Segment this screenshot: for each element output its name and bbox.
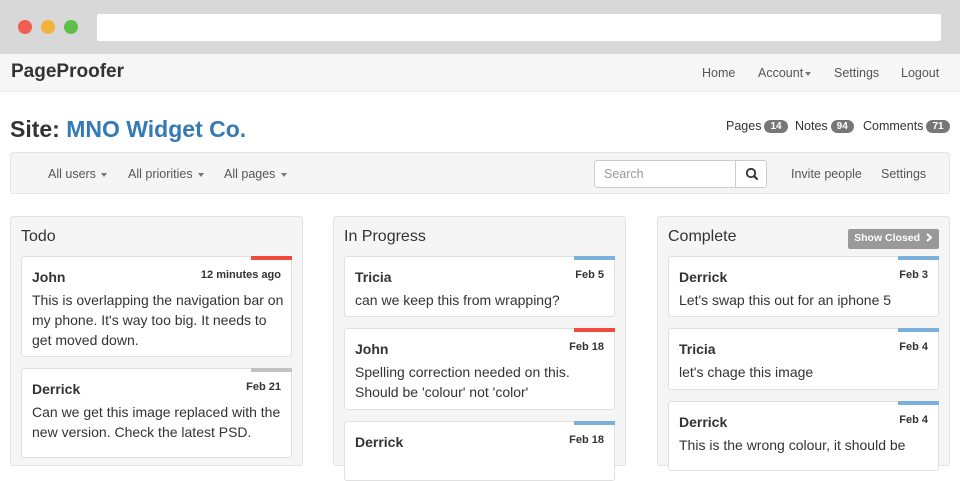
filter-bar: All users All priorities All pages Invit… xyxy=(10,152,950,194)
column-title: Complete xyxy=(668,228,737,245)
note-card[interactable]: Tricia Feb 5 can we keep this from wrapp… xyxy=(344,256,615,317)
address-bar[interactable] xyxy=(97,14,941,41)
priorities-filter-dropdown[interactable]: All priorities xyxy=(128,167,205,181)
column-todo: Todo John 12 minutes ago This is overlap… xyxy=(10,216,303,466)
priority-bar xyxy=(574,328,615,332)
card-text: Spelling correction needed on this. Shou… xyxy=(355,364,570,400)
column-complete: Complete Show Closed Derrick Feb 3 Let's… xyxy=(657,216,950,471)
caret-down-icon xyxy=(101,172,108,177)
caret-down-icon xyxy=(280,172,287,177)
card-author: Derrick xyxy=(355,434,404,450)
pages-label: Pages xyxy=(726,119,762,133)
show-closed-label: Show Closed xyxy=(854,232,921,244)
pages-filter-label: All pages xyxy=(224,167,276,181)
nav-settings-link[interactable]: Settings xyxy=(834,66,879,80)
note-card[interactable]: Tricia Feb 4 let's chage this image xyxy=(668,328,939,390)
column-in-progress: In Progress Tricia Feb 5 can we keep thi… xyxy=(333,216,626,481)
pages-filter-dropdown[interactable]: All pages xyxy=(224,167,287,181)
card-time: Feb 18 xyxy=(569,434,604,446)
search-button[interactable] xyxy=(735,161,767,187)
nav-logout-link[interactable]: Logout xyxy=(901,66,939,80)
notes-label: Notes xyxy=(795,119,828,133)
comments-label: Comments xyxy=(863,119,924,133)
pages-stat[interactable]: Pages 14 xyxy=(726,119,788,133)
caret-down-icon xyxy=(198,172,205,177)
search-input[interactable] xyxy=(595,161,735,187)
nav-account-label: Account xyxy=(758,66,804,80)
maximize-window-button[interactable] xyxy=(64,20,78,34)
close-window-button[interactable] xyxy=(18,20,32,34)
chevron-right-icon xyxy=(926,233,933,242)
column-title: Todo xyxy=(21,228,56,245)
card-author: Derrick xyxy=(679,269,728,285)
card-time: Feb 3 xyxy=(899,269,928,281)
card-author: John xyxy=(355,341,389,357)
card-author: John xyxy=(32,269,66,285)
priority-bar xyxy=(898,328,939,332)
site-name-link[interactable]: MNO Widget Co. xyxy=(66,116,246,142)
search-icon xyxy=(745,167,758,180)
show-closed-button[interactable]: Show Closed xyxy=(848,229,939,249)
note-card[interactable]: Derrick Feb 21 Can we get this image rep… xyxy=(21,368,292,458)
card-time: 12 minutes ago xyxy=(200,269,281,281)
note-card[interactable]: John Feb 18 Spelling correction needed o… xyxy=(344,328,615,410)
priority-bar xyxy=(574,256,615,260)
card-author: Tricia xyxy=(679,341,716,357)
priority-bar xyxy=(574,421,615,425)
card-time: Feb 4 xyxy=(899,341,928,353)
note-card[interactable]: Derrick Feb 3 Let's swap this out for an… xyxy=(668,256,939,317)
comments-stat[interactable]: Comments 71 xyxy=(863,119,950,133)
search-box xyxy=(594,160,767,188)
column-title: In Progress xyxy=(344,228,426,245)
card-time: Feb 4 xyxy=(899,414,928,426)
priority-bar xyxy=(898,256,939,260)
note-card[interactable]: Derrick Feb 18 xyxy=(344,421,615,481)
page-title: Site: MNO Widget Co. xyxy=(10,116,246,143)
users-filter-dropdown[interactable]: All users xyxy=(48,167,108,181)
priority-bar xyxy=(898,401,939,405)
caret-down-icon xyxy=(805,71,812,76)
card-author: Derrick xyxy=(679,414,728,430)
note-card[interactable]: Derrick Feb 4 This is the wrong colour, … xyxy=(668,401,939,471)
site-prefix: Site: xyxy=(10,116,60,142)
users-filter-label: All users xyxy=(48,167,96,181)
browser-chrome xyxy=(0,0,960,54)
brand-logo[interactable]: PageProofer xyxy=(11,61,124,83)
card-text: can we keep this from wrapping? xyxy=(355,292,560,308)
filter-settings-link[interactable]: Settings xyxy=(881,167,926,181)
card-time: Feb 5 xyxy=(575,269,604,281)
minimize-window-button[interactable] xyxy=(41,20,55,34)
card-author: Derrick xyxy=(32,381,81,397)
priority-bar xyxy=(251,256,292,260)
priority-bar xyxy=(251,368,292,372)
nav-account-dropdown[interactable]: Account xyxy=(758,66,812,80)
card-author: Tricia xyxy=(355,269,392,285)
card-time: Feb 18 xyxy=(569,341,604,353)
comments-count-badge: 71 xyxy=(926,120,950,133)
card-text: This is overlapping the navigation bar o… xyxy=(32,292,284,348)
card-time: Feb 21 xyxy=(246,381,281,393)
card-text: Can we get this image replaced with the … xyxy=(32,404,281,440)
notes-stat[interactable]: Notes 94 xyxy=(795,119,854,133)
nav-home-link[interactable]: Home xyxy=(702,66,735,80)
priorities-filter-label: All priorities xyxy=(128,167,193,181)
card-text: let's chage this image xyxy=(679,364,814,380)
pages-count-badge: 14 xyxy=(764,120,788,133)
invite-people-link[interactable]: Invite people xyxy=(791,167,862,181)
top-navbar: PageProofer Home Account Settings Logout xyxy=(0,54,960,92)
card-text: This is the wrong colour, it should be xyxy=(679,437,906,453)
note-card[interactable]: John 12 minutes ago This is overlapping … xyxy=(21,256,292,357)
card-text: Let's swap this out for an iphone 5 xyxy=(679,292,892,308)
notes-count-badge: 94 xyxy=(830,120,854,133)
